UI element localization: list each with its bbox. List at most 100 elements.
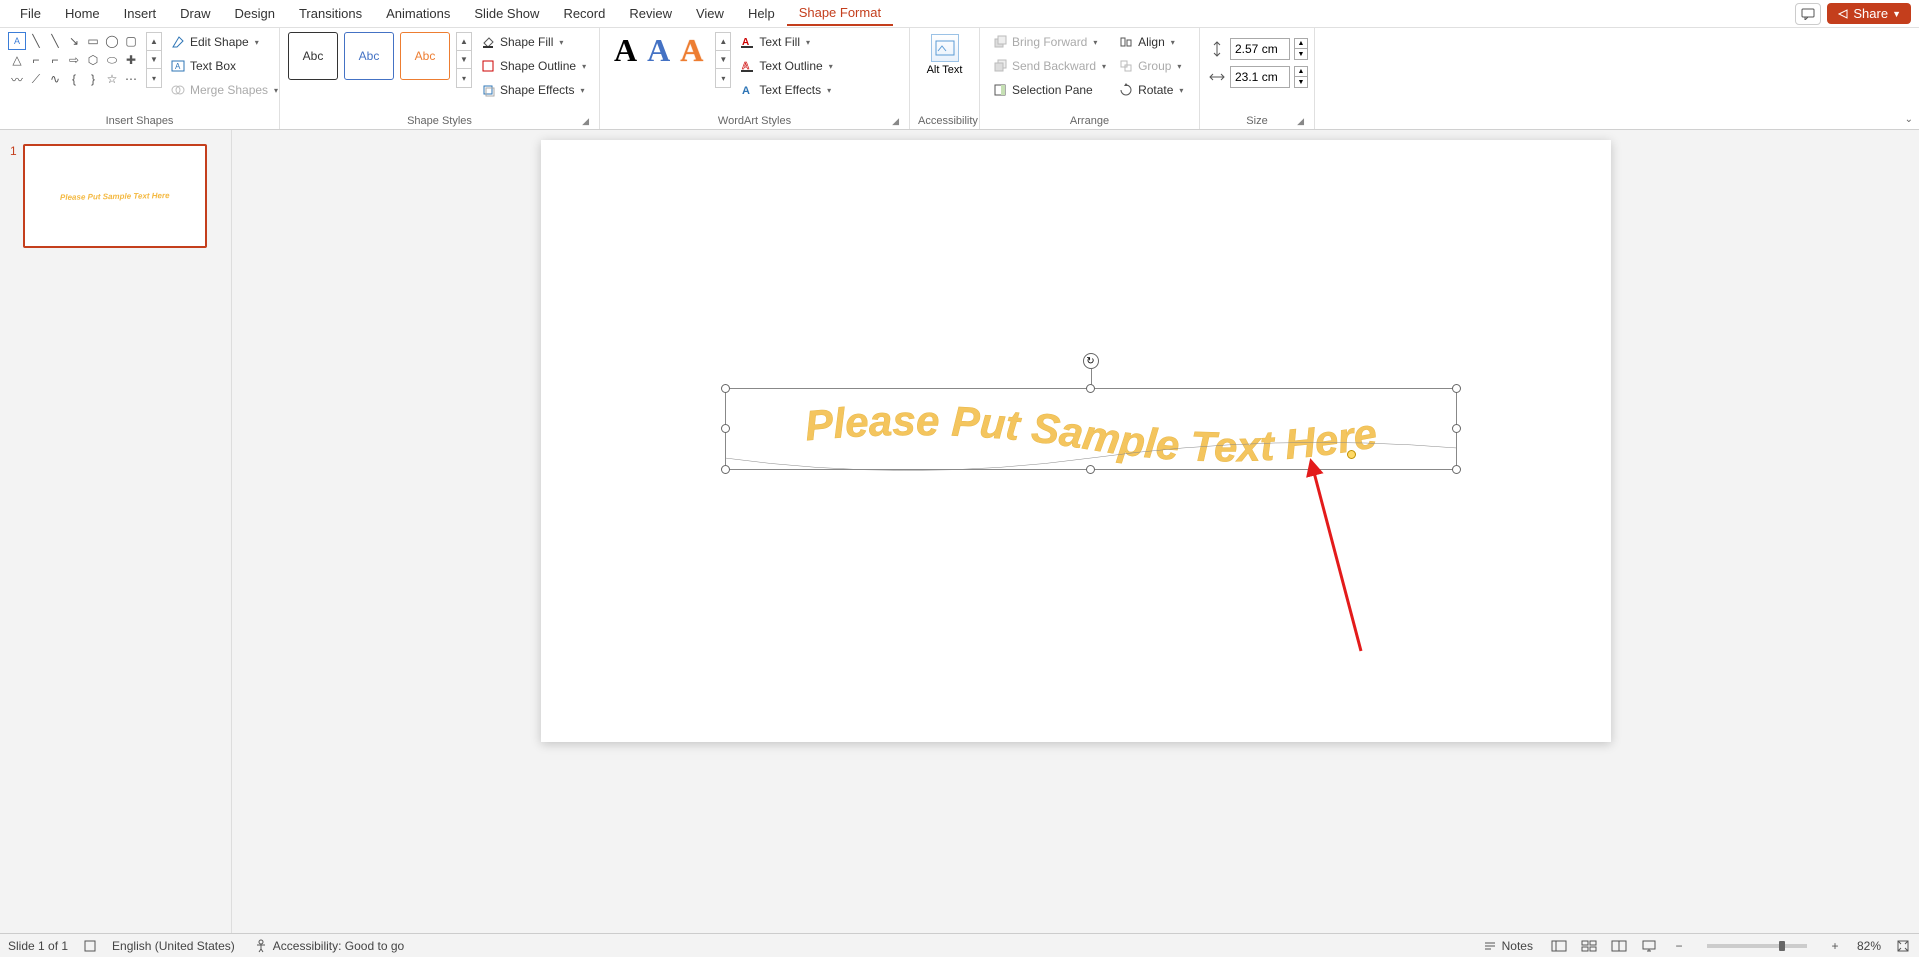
gallery-more-icon[interactable]: ▾: [147, 69, 161, 87]
shape-style-1[interactable]: Abc: [288, 32, 338, 80]
shape-textbox-icon[interactable]: A: [8, 32, 26, 50]
tab-shape-format[interactable]: Shape Format: [787, 1, 893, 26]
shape-elbow-icon[interactable]: ⌐: [27, 51, 45, 69]
shape-scribble-icon[interactable]: ∿: [46, 70, 64, 88]
bring-forward-button[interactable]: Bring Forward ▾: [988, 32, 1110, 52]
alt-text-button[interactable]: Alt Text: [919, 32, 971, 78]
send-backward-button[interactable]: Send Backward ▾: [988, 56, 1110, 76]
zoom-in-icon[interactable]: +: [1827, 938, 1843, 954]
spin-up-icon[interactable]: ▲: [1295, 39, 1307, 49]
shape-rbrace-icon[interactable]: }: [84, 70, 102, 88]
shape-hexagon-icon[interactable]: ⬡: [84, 51, 102, 69]
shape-line2-icon[interactable]: ╲: [46, 32, 64, 50]
text-box-button[interactable]: A Text Box: [166, 56, 282, 76]
slideshow-view-icon[interactable]: [1641, 938, 1657, 954]
wordart-style-1[interactable]: A: [614, 32, 637, 69]
shape-oval-icon[interactable]: ◯: [103, 32, 121, 50]
group-button[interactable]: Group ▾: [1114, 56, 1187, 76]
spin-down-icon[interactable]: ▼: [1295, 49, 1307, 59]
share-button[interactable]: Share ▼: [1827, 3, 1911, 24]
language-status[interactable]: English (United States): [112, 939, 235, 953]
resize-handle-tm[interactable]: [1086, 384, 1095, 393]
shape-height-input[interactable]: [1230, 38, 1290, 60]
tab-help[interactable]: Help: [736, 2, 787, 25]
slide-thumbnail-1[interactable]: Please Put Sample Text Here: [23, 144, 207, 248]
text-outline-button[interactable]: A Text Outline ▾: [735, 56, 836, 76]
shape-width-input[interactable]: [1230, 66, 1290, 88]
slide[interactable]: Please Put Sample Text Here ↻: [541, 140, 1611, 742]
shape-effects-button[interactable]: Shape Effects ▾: [476, 80, 590, 100]
shape-arrow-icon[interactable]: ⇨: [65, 51, 83, 69]
zoom-slider[interactable]: [1707, 944, 1807, 948]
shape-style-3[interactable]: Abc: [400, 32, 450, 80]
normal-view-icon[interactable]: [1551, 938, 1567, 954]
shape-outline-button[interactable]: Shape Outline ▾: [476, 56, 590, 76]
tab-draw[interactable]: Draw: [168, 2, 222, 25]
resize-handle-ml[interactable]: [721, 424, 730, 433]
shape-connector-icon[interactable]: ↘: [65, 32, 83, 50]
shape-triangle-icon[interactable]: △: [8, 51, 26, 69]
shape-line-icon[interactable]: ╲: [27, 32, 45, 50]
text-effects-button[interactable]: A Text Effects ▾: [735, 80, 836, 100]
shape-gallery[interactable]: A ╲ ╲ ↘ ▭ ◯ ▢ △ ⌐ ⌐ ⇨ ⬡ ⬭ ✚ 〰 ⟋ ∿ { } ☆: [8, 32, 140, 88]
gallery-up-icon[interactable]: ▲: [716, 33, 730, 51]
notes-button[interactable]: Notes: [1478, 938, 1537, 954]
shape-roundrect-icon[interactable]: ▢: [122, 32, 140, 50]
gallery-up-icon[interactable]: ▲: [147, 33, 161, 51]
align-button[interactable]: Align ▾: [1114, 32, 1187, 52]
shape-lbrace-icon[interactable]: {: [65, 70, 83, 88]
spin-down-icon[interactable]: ▼: [1295, 77, 1307, 87]
merge-shapes-button[interactable]: Merge Shapes ▾: [166, 80, 282, 100]
shape-star-icon[interactable]: ☆: [103, 70, 121, 88]
tab-file[interactable]: File: [8, 2, 53, 25]
gallery-more-icon[interactable]: ▾: [716, 69, 730, 87]
rotate-button[interactable]: Rotate ▾: [1114, 80, 1187, 100]
spellcheck-icon[interactable]: [82, 938, 98, 954]
gallery-down-icon[interactable]: ▼: [716, 51, 730, 69]
resize-handle-bl[interactable]: [721, 465, 730, 474]
resize-handle-br[interactable]: [1452, 465, 1461, 474]
shape-elbow2-icon[interactable]: ⌐: [46, 51, 64, 69]
shape-plus-icon[interactable]: ✚: [122, 51, 140, 69]
gallery-up-icon[interactable]: ▲: [457, 33, 471, 51]
slide-sorter-icon[interactable]: [1581, 938, 1597, 954]
selection-pane-button[interactable]: Selection Pane: [988, 80, 1110, 100]
edit-shape-button[interactable]: Edit Shape ▾: [166, 32, 282, 52]
accessibility-status[interactable]: Accessibility: Good to go: [249, 938, 408, 954]
tab-animations[interactable]: Animations: [374, 2, 462, 25]
reading-view-icon[interactable]: [1611, 938, 1627, 954]
shape-curve-icon[interactable]: 〰: [8, 70, 26, 88]
shape-fill-button[interactable]: Shape Fill ▾: [476, 32, 590, 52]
shape-styles-launcher[interactable]: ◢: [582, 116, 589, 127]
wordart-style-3[interactable]: A: [680, 32, 703, 69]
resize-handle-tl[interactable]: [721, 384, 730, 393]
slide-canvas-area[interactable]: Please Put Sample Text Here ↻: [232, 130, 1919, 933]
collapse-ribbon-button[interactable]: ⌄: [1905, 114, 1913, 125]
shape-can-icon[interactable]: ⬭: [103, 51, 121, 69]
spin-up-icon[interactable]: ▲: [1295, 67, 1307, 77]
tab-record[interactable]: Record: [551, 2, 617, 25]
tab-design[interactable]: Design: [223, 2, 287, 25]
shape-more-icon[interactable]: ⋯: [122, 70, 140, 88]
shape-rect-icon[interactable]: ▭: [84, 32, 102, 50]
tab-view[interactable]: View: [684, 2, 736, 25]
resize-handle-bm[interactable]: [1086, 465, 1095, 474]
wordart-styles-launcher[interactable]: ◢: [892, 116, 899, 127]
wordart-style-2[interactable]: A: [647, 32, 670, 69]
gallery-more-icon[interactable]: ▾: [457, 69, 471, 87]
zoom-level[interactable]: 82%: [1857, 939, 1881, 953]
tab-transitions[interactable]: Transitions: [287, 2, 374, 25]
shape-style-2[interactable]: Abc: [344, 32, 394, 80]
rotation-handle[interactable]: ↻: [1083, 353, 1099, 369]
resize-handle-tr[interactable]: [1452, 384, 1461, 393]
gallery-down-icon[interactable]: ▼: [147, 51, 161, 69]
zoom-slider-thumb[interactable]: [1779, 941, 1785, 951]
text-fill-button[interactable]: A Text Fill ▾: [735, 32, 836, 52]
comments-button[interactable]: [1795, 3, 1821, 25]
gallery-down-icon[interactable]: ▼: [457, 51, 471, 69]
zoom-out-icon[interactable]: −: [1671, 938, 1687, 954]
tab-insert[interactable]: Insert: [112, 2, 169, 25]
tab-review[interactable]: Review: [617, 2, 684, 25]
tab-home[interactable]: Home: [53, 2, 112, 25]
fit-to-window-icon[interactable]: [1895, 938, 1911, 954]
